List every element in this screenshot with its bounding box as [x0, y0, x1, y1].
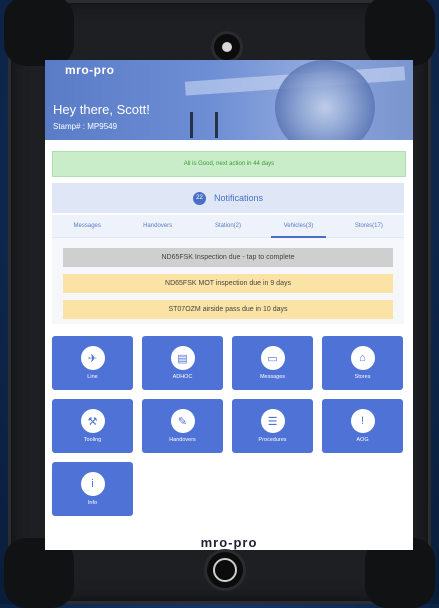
tile-info[interactable]: i Info — [52, 462, 133, 516]
landing-gear-graphic — [190, 112, 218, 138]
tab-stores[interactable]: Stores(17) — [334, 215, 404, 237]
tile-aog[interactable]: ! AOG — [322, 399, 403, 453]
tile-procedures[interactable]: ☰ Procedures — [232, 399, 313, 453]
warehouse-icon: ⌂ — [350, 346, 375, 370]
tile-label: AOG — [356, 437, 369, 443]
tile-adhoc[interactable]: ▤ ADHOC — [142, 336, 223, 390]
notifications-title: Notifications — [213, 193, 264, 203]
info-icon: i — [80, 472, 105, 496]
alert-icon: ! — [350, 409, 375, 433]
notification-tabs: Messages Handovers Station(2) Vehicles(3… — [52, 215, 404, 238]
tile-label: Handovers — [169, 437, 196, 443]
clipboard-icon: ▤ — [170, 346, 195, 370]
tile-label: Messages — [259, 374, 286, 380]
list-item[interactable]: ND65FSK MOT inspection due in 9 days — [63, 274, 393, 293]
greeting-text: Hey there, Scott! — [53, 102, 150, 117]
tab-handovers[interactable]: Handovers — [122, 215, 192, 237]
app-screen: mro-pro Hey there, Scott! Stamp# : MP954… — [45, 60, 413, 550]
checklist-icon: ☰ — [260, 409, 285, 433]
tab-messages[interactable]: Messages — [52, 215, 122, 237]
status-alert: All is Good, next action in 44 days — [52, 151, 406, 177]
tile-label: Stores — [354, 374, 371, 380]
footer-logo: mro-pro — [200, 534, 258, 550]
tile-tooling[interactable]: ⚒ Tooling — [52, 399, 133, 453]
case-corner — [4, 0, 74, 66]
list-item[interactable]: ND65FSK Inspection due - tap to complete — [63, 248, 393, 267]
list-item[interactable]: ST07OZM airside pass due in 10 days — [63, 300, 393, 319]
vehicle-notification-list: ND65FSK Inspection due - tap to complete… — [52, 238, 404, 324]
wrench-icon: ⚒ — [80, 409, 105, 433]
tile-label: ADHOC — [172, 374, 193, 380]
tile-line[interactable]: ✈ Line — [52, 336, 133, 390]
tab-vehicles[interactable]: Vehicles(3) — [263, 215, 333, 238]
stamp-number: Stamp# : MP9549 — [53, 122, 118, 131]
tile-label: Tooling — [83, 437, 102, 443]
home-button[interactable] — [207, 552, 243, 588]
chat-icon: ▭ — [260, 346, 285, 370]
notifications-header[interactable]: 22 Notifications — [52, 183, 404, 213]
tile-label: Line — [87, 374, 98, 380]
camera-icon — [214, 34, 240, 60]
airplane-icon: ✈ — [80, 346, 105, 370]
notification-count-badge: 22 — [192, 191, 206, 205]
app-logo: mro-pro — [65, 63, 115, 77]
tile-handovers[interactable]: ✎ Handovers — [142, 399, 223, 453]
case-corner — [365, 0, 435, 66]
tab-station[interactable]: Station(2) — [193, 215, 263, 237]
handover-doc-icon: ✎ — [170, 409, 195, 433]
header-banner: mro-pro Hey there, Scott! Stamp# : MP954… — [45, 60, 413, 140]
tile-stores[interactable]: ⌂ Stores — [322, 336, 403, 390]
tile-messages[interactable]: ▭ Messages — [232, 336, 313, 390]
tile-label: Info — [87, 500, 98, 506]
tile-label: Procedures — [258, 437, 287, 443]
status-alert-text: All is Good, next action in 44 days — [183, 161, 275, 167]
